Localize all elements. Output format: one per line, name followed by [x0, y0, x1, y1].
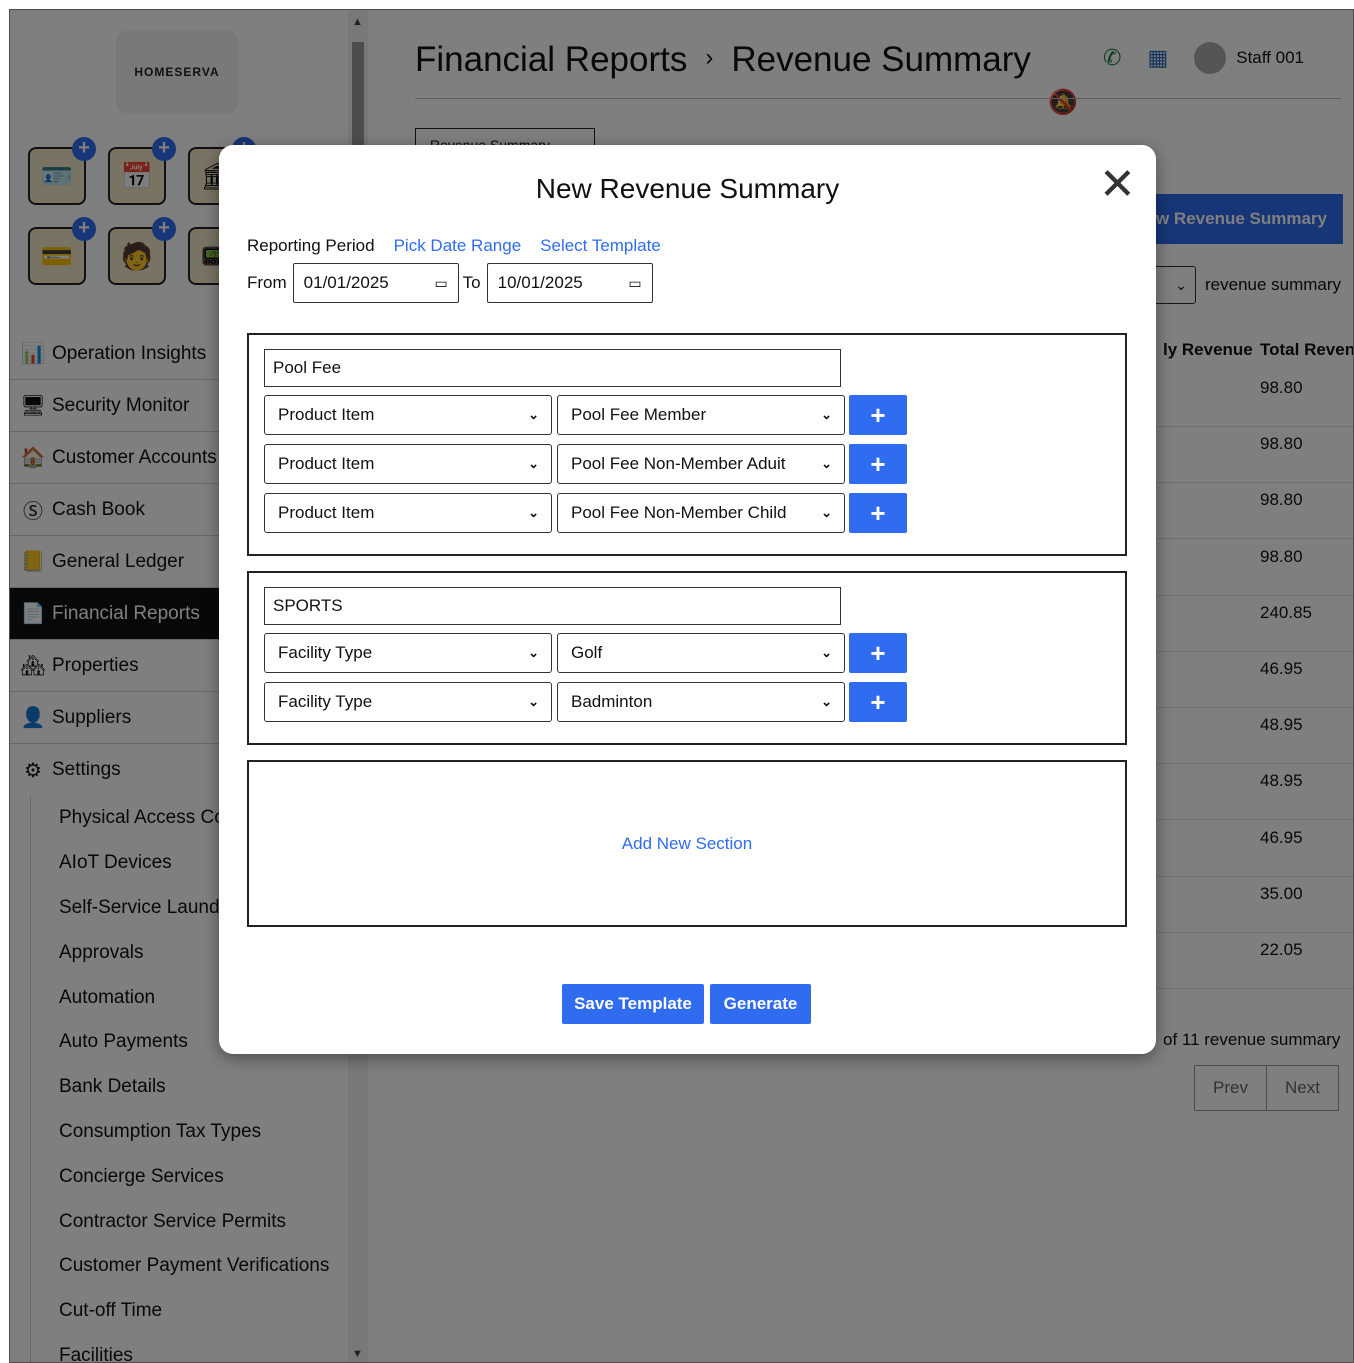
add-criteria-button[interactable]: +: [849, 633, 907, 673]
chevron-down-icon: ⌄: [821, 505, 832, 520]
calendar-icon[interactable]: ▭: [628, 275, 641, 292]
add-section-area: Add New Section: [247, 760, 1127, 927]
pick-date-range-link[interactable]: Pick Date Range: [394, 236, 522, 256]
add-criteria-button[interactable]: +: [849, 682, 907, 722]
add-new-section-link[interactable]: Add New Section: [622, 834, 752, 854]
criteria-value-select[interactable]: Pool Fee Member ⌄: [557, 395, 845, 435]
criteria-type-select[interactable]: Product Item ⌄: [264, 395, 552, 435]
from-date-input[interactable]: 01/01/2025 ▭: [292, 263, 459, 303]
report-section: SPORTS Facility Type ⌄ Golf ⌄ + Facility T…: [247, 571, 1127, 745]
chevron-down-icon: ⌄: [528, 505, 539, 520]
criteria-value-select[interactable]: Pool Fee Non-Member Aduit ⌄: [557, 444, 845, 484]
add-criteria-button[interactable]: +: [849, 493, 907, 533]
chevron-down-icon: ⌄: [528, 456, 539, 471]
new-revenue-summary-modal: New Revenue Summary ✕ Reporting Period P…: [219, 145, 1156, 1054]
modal-title: New Revenue Summary: [535, 173, 840, 204]
add-criteria-button[interactable]: +: [849, 444, 907, 484]
from-label: From: [247, 273, 287, 292]
criteria-type-select[interactable]: Product Item ⌄: [264, 444, 552, 484]
reporting-period-label: Reporting Period: [247, 236, 375, 255]
criteria-value-select[interactable]: Pool Fee Non-Member Child ⌄: [557, 493, 845, 533]
select-template-link[interactable]: Select Template: [540, 236, 661, 256]
close-icon[interactable]: ✕: [1099, 163, 1136, 207]
chevron-down-icon: ⌄: [528, 407, 539, 422]
chevron-down-icon: ⌄: [821, 645, 832, 660]
chevron-down-icon: ⌄: [821, 407, 832, 422]
criteria-type-select[interactable]: Product Item ⌄: [264, 493, 552, 533]
criteria-value-select[interactable]: Golf ⌄: [557, 633, 845, 673]
criteria-type-select[interactable]: Facility Type ⌄: [264, 682, 552, 722]
chevron-down-icon: ⌄: [528, 694, 539, 709]
calendar-icon[interactable]: ▭: [434, 275, 447, 292]
chevron-down-icon: ⌄: [821, 694, 832, 709]
reporting-period-row: Reporting Period Pick Date Range Select …: [247, 236, 661, 256]
date-range-row: From 01/01/2025 ▭ To 10/01/2025 ▭: [247, 263, 657, 303]
save-template-button[interactable]: Save Template: [562, 984, 704, 1024]
to-label: To: [462, 273, 481, 292]
criteria-value-select[interactable]: Badminton ⌄: [557, 682, 845, 722]
criteria-type-select[interactable]: Facility Type ⌄: [264, 633, 552, 673]
section-name-input[interactable]: SPORTS: [264, 587, 841, 625]
to-date-input[interactable]: 10/01/2025 ▭: [486, 263, 653, 303]
section-name-input[interactable]: Pool Fee: [264, 349, 841, 387]
generate-button[interactable]: Generate: [710, 984, 811, 1024]
chevron-down-icon: ⌄: [821, 456, 832, 471]
chevron-down-icon: ⌄: [528, 645, 539, 660]
report-section: Pool Fee Product Item ⌄ Pool Fee Member ⌄ …: [247, 333, 1127, 556]
add-criteria-button[interactable]: +: [849, 395, 907, 435]
